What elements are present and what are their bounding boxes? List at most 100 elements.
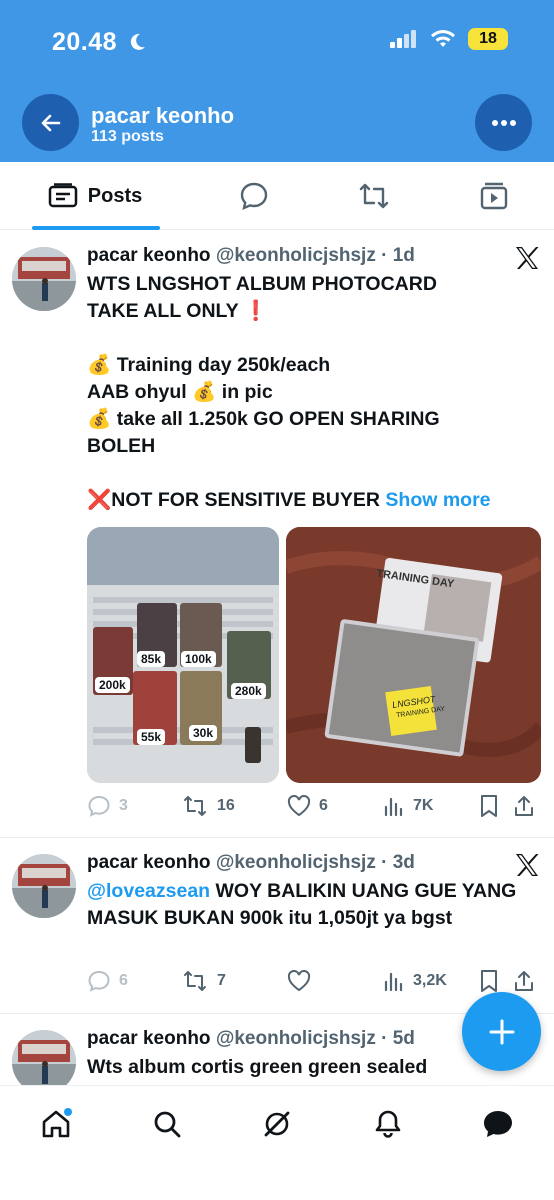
post-count: 113 posts <box>91 128 164 145</box>
media-albums-image[interactable]: TRAINING DAY LNGSHOT TRAINING DAY <box>286 527 541 783</box>
views-button[interactable]: 7K <box>383 795 479 817</box>
bookmark-icon <box>481 970 497 992</box>
author-handle[interactable]: @keonholicjshsjz <box>216 852 376 873</box>
avatar-photo <box>12 854 76 918</box>
post-body: Wts album cortis green green sealed <box>87 1054 527 1081</box>
albums-photo <box>286 527 541 783</box>
tab-replies[interactable] <box>232 162 276 230</box>
like-button[interactable]: 6 <box>287 795 383 817</box>
repost-button[interactable]: 16 <box>181 794 287 818</box>
media-video-icon <box>480 182 508 210</box>
x-logo-icon <box>516 247 539 269</box>
author-name[interactable]: pacar keonho <box>87 852 211 873</box>
post-text: Wts album cortis green green sealed <box>87 1056 428 1078</box>
post-line: 💰 Training day 250k/each <box>87 354 331 376</box>
avatar-photo <box>12 247 76 311</box>
battery-level: 18 <box>479 30 497 47</box>
repost-count: 7 <box>217 972 226 989</box>
repost-icon <box>359 183 389 209</box>
views-button[interactable]: 3,2K <box>383 970 479 992</box>
profile-header: 20.48 18 pacar keonho 113 posts <box>0 0 554 162</box>
arrow-left-icon <box>41 114 60 131</box>
reply-count: 3 <box>119 797 128 814</box>
mention-link[interactable]: @loveazsean <box>87 880 210 902</box>
status-time: 20.48 <box>52 28 147 57</box>
profile-tabs: Posts <box>0 162 554 230</box>
active-tab-indicator <box>32 226 160 230</box>
price-label: 30k <box>189 725 218 741</box>
more-options-button[interactable] <box>475 94 532 151</box>
bell-icon <box>375 1110 401 1138</box>
x-logo-icon <box>516 854 539 876</box>
heart-icon <box>287 795 311 817</box>
post-line: TAKE ALL ONLY ❗ <box>87 300 269 322</box>
post-time: · 3d <box>381 852 415 873</box>
avatar[interactable] <box>12 1030 76 1085</box>
avatar[interactable] <box>12 854 76 918</box>
view-count: 3,2K <box>413 972 447 989</box>
status-icons: 18 <box>390 28 508 50</box>
media-photocards-image[interactable]: 85k 100k 200k 280k 55k 30k <box>87 527 279 783</box>
post-header: pacar keonho @keonholicjshsjz · 1d <box>87 245 415 267</box>
reply-button[interactable]: 6 <box>87 969 181 993</box>
search-icon <box>154 1111 181 1138</box>
post-line: WTS LNGSHOT ALBUM PHOTOCARD <box>87 273 437 295</box>
chat-bubble-icon <box>484 1111 512 1137</box>
post-1[interactable]: pacar keonho @keonholicjshsjz · 1d WTS L… <box>0 231 554 838</box>
post-line-text: ❌NOT FOR SENSITIVE BUYER <box>87 489 380 511</box>
avatar[interactable] <box>12 247 76 311</box>
reply-button[interactable]: 3 <box>87 794 181 818</box>
reply-icon <box>88 970 110 992</box>
nav-messages[interactable] <box>476 1102 520 1146</box>
reply-bubble-icon <box>240 182 268 211</box>
post-line: ❌NOT FOR SENSITIVE BUYER Show more <box>87 487 527 514</box>
author-handle[interactable]: @keonholicjshsjz <box>216 245 376 266</box>
price-label: 100k <box>181 651 216 667</box>
notification-dot <box>64 1108 72 1116</box>
nav-notifications[interactable] <box>366 1102 410 1146</box>
reply-icon <box>88 795 110 817</box>
post-header: pacar keonho @keonholicjshsjz · 3d <box>87 852 415 874</box>
share-button[interactable] <box>513 969 537 993</box>
author-name[interactable]: pacar keonho <box>87 1028 211 1049</box>
back-button[interactable] <box>22 94 79 151</box>
like-button[interactable] <box>287 970 383 992</box>
post-body: WTS LNGSHOT ALBUM PHOTOCARD TAKE ALL ONL… <box>87 271 527 514</box>
post-actions: 3 16 6 7K <box>87 791 537 821</box>
show-more-link[interactable]: Show more <box>385 489 490 511</box>
moon-icon <box>130 33 145 50</box>
share-icon <box>515 796 533 816</box>
nav-grok[interactable] <box>255 1102 299 1146</box>
views-chart-icon <box>384 797 403 817</box>
views-chart-icon <box>384 972 403 992</box>
post-time: · 1d <box>381 245 415 266</box>
tab-posts-label: Posts <box>87 184 143 207</box>
price-label: 200k <box>95 677 130 693</box>
nav-search[interactable] <box>145 1102 189 1146</box>
post-line: AAB ohyul 💰 in pic <box>87 381 273 403</box>
repost-icon <box>184 796 206 816</box>
share-button[interactable] <box>513 794 537 818</box>
tab-reposts[interactable] <box>352 162 396 230</box>
battery-indicator: 18 <box>468 28 508 50</box>
author-name[interactable]: pacar keonho <box>87 245 211 266</box>
bookmark-icon <box>481 795 497 817</box>
post-actions: 6 7 3,2K <box>87 966 537 996</box>
compose-button[interactable] <box>462 992 541 1071</box>
tab-media[interactable] <box>472 162 516 230</box>
grok-icon <box>264 1111 290 1137</box>
author-handle[interactable]: @keonholicjshsjz <box>216 1028 376 1049</box>
post-time: · 5d <box>381 1028 415 1049</box>
bookmark-button[interactable] <box>479 794 513 818</box>
post-body: @loveazsean WOY BALIKIN UANG GUE YANG MA… <box>87 878 517 932</box>
repost-button[interactable]: 7 <box>181 969 287 993</box>
status-time-text: 20.48 <box>52 28 118 56</box>
avatar-photo <box>12 1030 76 1085</box>
tab-posts[interactable]: Posts <box>30 162 160 230</box>
nav-home[interactable] <box>34 1102 78 1146</box>
post-2[interactable]: pacar keonho @keonholicjshsjz · 3d @love… <box>0 838 554 1014</box>
post-header: pacar keonho @keonholicjshsjz · 5d <box>87 1028 415 1050</box>
repost-count: 16 <box>217 797 235 814</box>
bookmark-button[interactable] <box>479 969 513 993</box>
